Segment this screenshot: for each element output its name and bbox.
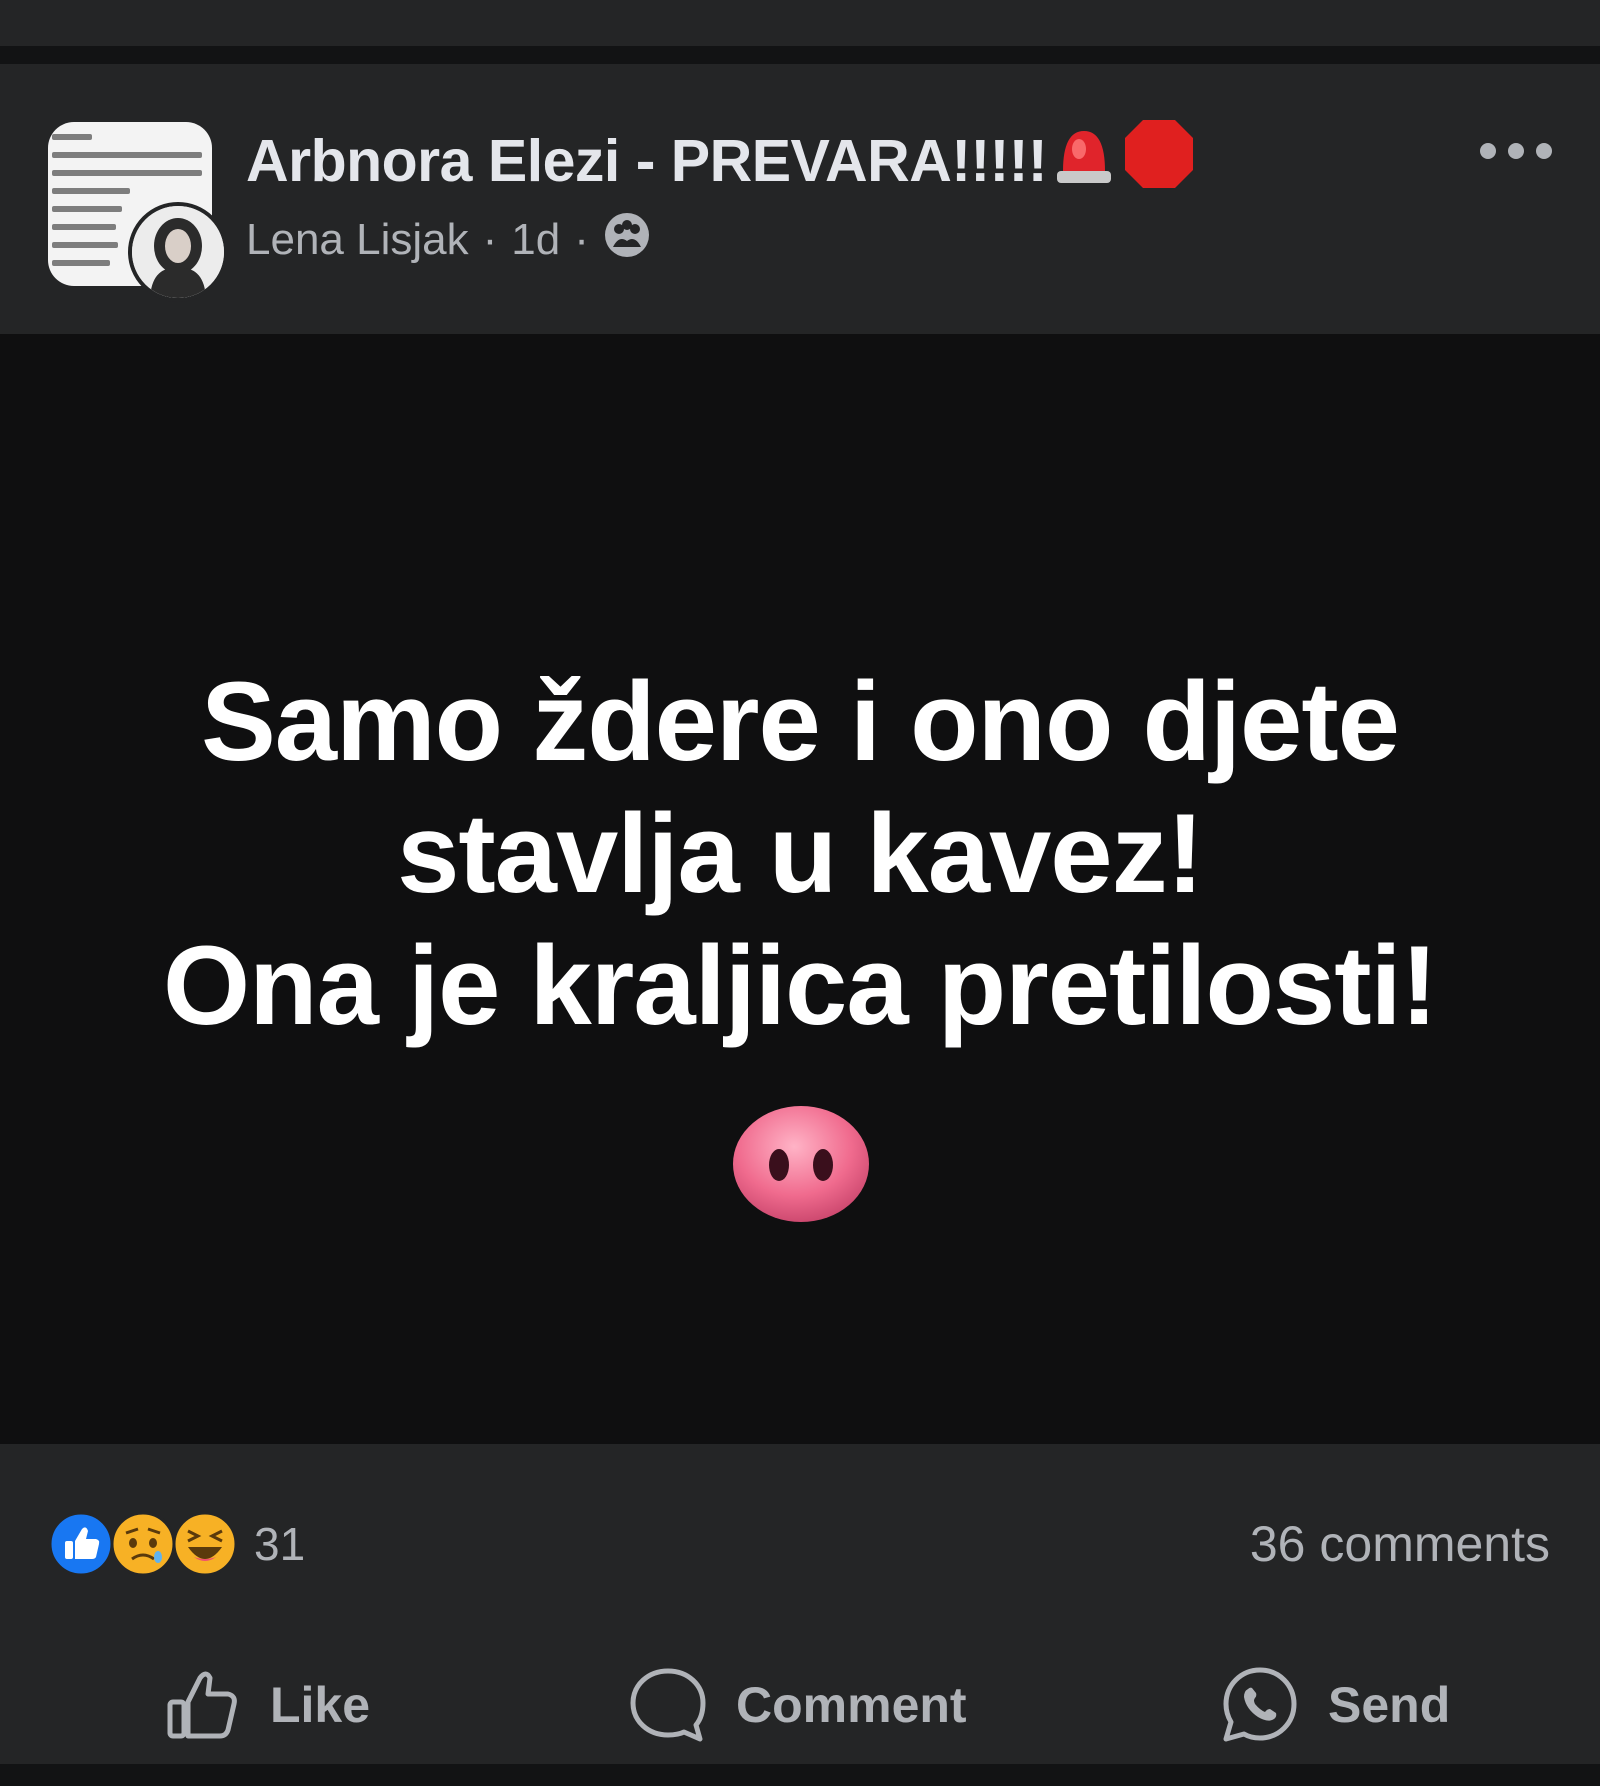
post-body-line-1: Samo ždere i ono djete — [201, 659, 1400, 784]
thumbs-up-icon — [167, 1671, 237, 1739]
like-reaction-icon — [48, 1511, 114, 1577]
author-avatar[interactable] — [128, 202, 228, 302]
stop-sign-icon — [1121, 116, 1197, 206]
top-bar — [0, 0, 1600, 46]
like-label: Like — [270, 1677, 371, 1733]
post-body-text: Samo ždere i ono djete stavlja u kavez! … — [0, 656, 1600, 1052]
haha-reaction-icon — [172, 1511, 238, 1577]
post-image[interactable]: Samo ždere i ono djete stavlja u kavez! … — [0, 334, 1600, 1444]
post-time[interactable]: 1d — [511, 215, 560, 265]
feed-divider — [0, 46, 1600, 64]
comment-label: Comment — [736, 1677, 967, 1733]
author-name[interactable]: Lena Lisjak — [246, 215, 469, 265]
post-card: Arbnora Elezi - PREVARA!!!!! Lena Lisjak… — [0, 64, 1600, 1764]
post-body-line-2: stavlja u kavez! — [397, 791, 1204, 916]
group-name[interactable]: Arbnora Elezi - PREVARA!!!!! — [246, 120, 1197, 196]
group-privacy-icon[interactable] — [603, 211, 651, 270]
post-body-line-3: Ona je kraljica pretilosti! — [163, 923, 1438, 1048]
group-avatar[interactable] — [48, 122, 228, 302]
sad-reaction-icon — [110, 1511, 176, 1577]
like-button[interactable]: Like — [164, 1650, 370, 1760]
whatsapp-icon — [1223, 1667, 1297, 1742]
send-button[interactable]: Send — [1220, 1650, 1450, 1760]
siren-icon — [1053, 121, 1115, 201]
reactions-summary[interactable]: 31 — [48, 1504, 305, 1584]
post-meta: Lena Lisjak · 1d · — [246, 212, 651, 268]
comments-count[interactable]: 36 comments — [1250, 1504, 1550, 1584]
comment-bubble-icon — [630, 1668, 706, 1742]
reaction-count[interactable]: 31 — [254, 1517, 305, 1571]
post-actions: Like Comment Send — [0, 1650, 1600, 1760]
send-label: Send — [1328, 1677, 1451, 1733]
pig-nose-icon — [731, 1103, 871, 1225]
more-options-icon[interactable] — [1480, 136, 1564, 166]
comment-button[interactable]: Comment — [628, 1650, 967, 1760]
meta-separator: · — [482, 215, 498, 264]
feed-divider-bottom — [0, 1764, 1600, 1786]
meta-separator-2: · — [574, 215, 589, 264]
group-name-text[interactable]: Arbnora Elezi - PREVARA!!!!! — [246, 127, 1048, 195]
